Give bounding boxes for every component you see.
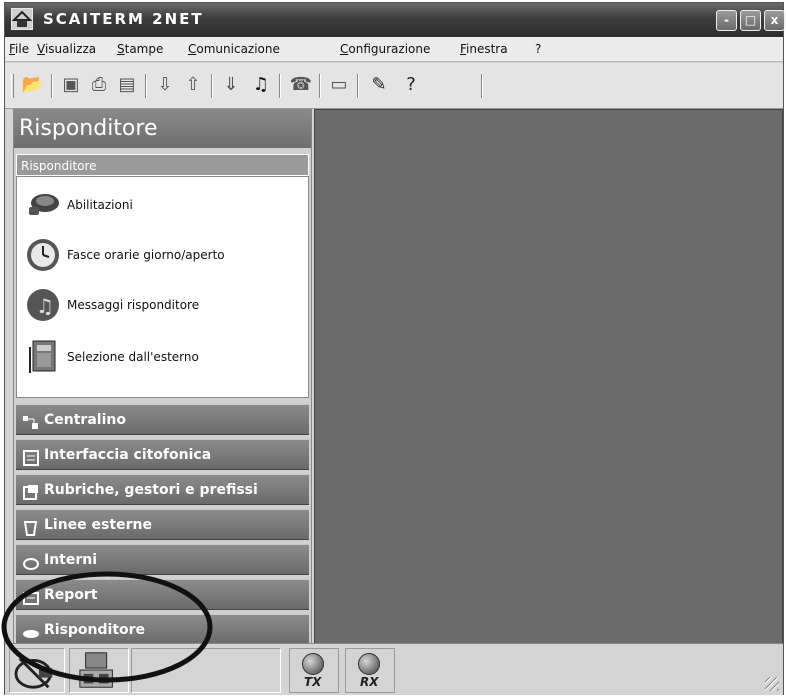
status-bar: TX RX [5, 643, 783, 695]
rx-led: RX [345, 648, 395, 693]
app-window: SCAITERM 2NET - □ x File Visualizza Stam… [4, 2, 785, 695]
save-icon[interactable]: ▣ [59, 73, 83, 97]
status-text-cell [131, 648, 281, 693]
tx-led-light [302, 653, 324, 675]
menu-stampe[interactable]: Stampe [117, 42, 163, 56]
task-abilitazioni[interactable]: Abilitazioni [25, 185, 133, 225]
download-icon[interactable]: ⇩ [153, 73, 177, 97]
menu-help[interactable]: ? [535, 42, 541, 56]
task-messaggi[interactable]: ♫ Messaggi risponditore [25, 285, 199, 325]
music-icon[interactable]: ♫ [249, 73, 273, 97]
answering-icon [22, 622, 40, 638]
rx-led-light [358, 653, 380, 675]
report-icon [22, 587, 40, 605]
section-interni[interactable]: Interni [16, 544, 309, 575]
minimize-button[interactable]: - [716, 10, 737, 31]
phone-line-icon [22, 517, 40, 536]
menu-file[interactable]: File [9, 42, 29, 56]
open-folder-icon[interactable]: 📂 [21, 73, 45, 97]
section-rubriche[interactable]: Rubriche, gestori e prefissi [16, 474, 309, 505]
section-risponditore[interactable]: Risponditore [16, 614, 309, 645]
print-preview-icon[interactable]: ▤ [115, 73, 139, 97]
task-label: Abilitazioni [67, 198, 133, 212]
menu-configurazione[interactable]: Configurazione [340, 42, 430, 56]
network-icon [22, 412, 40, 429]
clock-icon [27, 239, 59, 271]
intercom-panel-icon [29, 340, 56, 373]
toolbar-separator [145, 74, 147, 98]
toolbar: 📂 ▣ ⎙ ▤ ⇩ ⇧ ⇓ ♫ ☎ ▭ ✎ ? [5, 63, 783, 109]
section-interfaccia-citofonica[interactable]: Interfaccia citofonica [16, 439, 309, 470]
task-fasce-orarie[interactable]: Fasce orarie giorno/aperto [25, 235, 225, 275]
upload-icon[interactable]: ⇧ [181, 73, 205, 97]
menu-comunicazione[interactable]: Comunicazione [188, 42, 280, 56]
toolbar-separator [279, 74, 281, 98]
group-header[interactable]: Risponditore [16, 154, 309, 176]
title-bar[interactable]: SCAITERM 2NET - □ x [5, 3, 785, 37]
tx-label: TX [304, 675, 322, 689]
svg-text:♫: ♫ [36, 294, 54, 318]
phone-icon[interactable]: ☎ [289, 73, 313, 97]
panel-title: Risponditore [14, 110, 311, 148]
tx-led: TX [289, 648, 339, 693]
close-button[interactable]: x [764, 10, 785, 31]
rx-label: RX [360, 675, 379, 689]
main-workspace [314, 109, 783, 646]
book-icon[interactable]: ✎ [367, 73, 391, 97]
section-label: Interni [44, 552, 98, 568]
dl-icon[interactable]: ⇓ [219, 73, 243, 97]
phonebook-icon [22, 482, 40, 500]
task-label: Messaggi risponditore [67, 298, 200, 312]
task-label: Selezione dall'esterno [67, 350, 199, 364]
app-logo-icon [11, 8, 33, 30]
menu-bar: File Visualizza Stampe Comunicazione Con… [5, 37, 783, 62]
abilitazioni-icon [29, 194, 59, 215]
toolbar-separator [481, 74, 483, 98]
menu-visualizza[interactable]: Visualizza [37, 42, 96, 56]
app-title: SCAITERM 2NET [43, 10, 204, 28]
section-label: Rubriche, gestori e prefissi [44, 482, 258, 498]
group-task-list: Abilitazioni Fasce orarie giorno/aperto … [16, 176, 309, 398]
section-linee-esterne[interactable]: Linee esterne [16, 509, 309, 540]
task-selezione[interactable]: Selezione dall'esterno [25, 337, 199, 377]
maximize-button[interactable]: □ [740, 10, 761, 31]
section-centralino[interactable]: Centralino [16, 404, 309, 435]
section-label: Risponditore [44, 622, 146, 638]
navigation-panel: Risponditore Risponditore Abilitazioni F… [13, 109, 312, 646]
section-label: Linee esterne [44, 517, 152, 533]
internal-phone-icon [22, 552, 40, 570]
satellite-icon [9, 648, 65, 693]
help-icon[interactable]: ? [399, 73, 423, 97]
toolbar-separator [211, 74, 213, 98]
door-panel-icon [22, 447, 40, 466]
network-computer-icon [69, 648, 129, 693]
section-label: Report [44, 587, 98, 603]
section-report[interactable]: Report [16, 579, 309, 610]
toolbar-handle[interactable] [11, 74, 14, 98]
music-note-icon: ♫ [27, 289, 59, 321]
section-label: Centralino [44, 412, 126, 428]
menu-finestra[interactable]: Finestra [460, 42, 508, 56]
resize-grip[interactable] [765, 677, 779, 691]
monitor-icon[interactable]: ▭ [327, 73, 351, 97]
toolbar-separator [51, 74, 53, 98]
task-label: Fasce orarie giorno/aperto [67, 248, 225, 262]
toolbar-separator [357, 74, 359, 98]
print-icon[interactable]: ⎙ [87, 73, 111, 97]
section-label: Interfaccia citofonica [44, 447, 212, 463]
toolbar-separator [319, 74, 321, 98]
